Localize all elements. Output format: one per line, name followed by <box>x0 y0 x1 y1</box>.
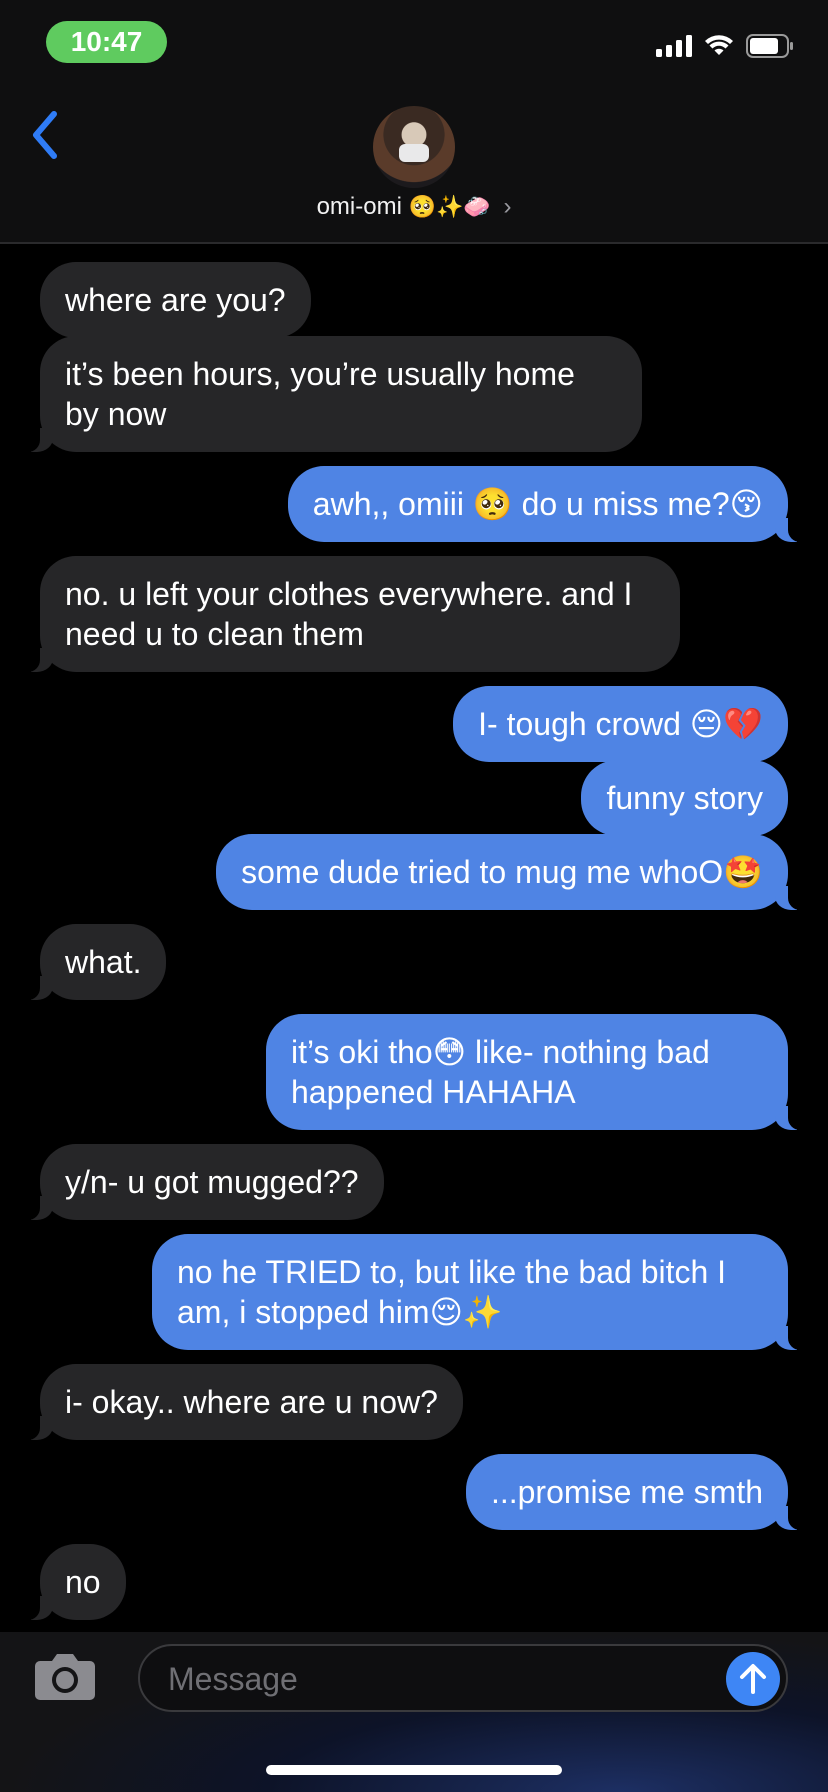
signal-icon <box>656 35 692 57</box>
send-arrow-icon <box>740 1664 766 1694</box>
wifi-icon <box>705 35 733 55</box>
message-outgoing[interactable]: it’s oki tho😳 like- nothing bad happened… <box>266 1014 810 1130</box>
message-outgoing[interactable]: ...promise me smth <box>465 1454 811 1530</box>
message-incoming[interactable]: i- okay.. where are u now? <box>18 1364 463 1440</box>
message-outgoing[interactable]: no he TRIED to, but like the bad bitch I… <box>152 1234 810 1350</box>
message-outgoing[interactable]: some dude tried to mug me whoO🤩 <box>216 834 810 910</box>
message-input-field[interactable] <box>138 1644 788 1712</box>
message-incoming[interactable]: no. u left your clothes everywhere. and … <box>18 556 680 672</box>
message-incoming[interactable]: no <box>18 1544 126 1620</box>
message-outgoing[interactable]: funny story <box>581 760 788 836</box>
message-incoming[interactable]: it’s been hours, you’re usually home by … <box>18 336 642 452</box>
battery-icon <box>746 34 793 58</box>
contact-avatar[interactable] <box>373 106 455 188</box>
message-incoming[interactable]: y/n- u got mugged?? <box>18 1144 384 1220</box>
message-outgoing[interactable]: I- tough crowd 😔💔 <box>453 686 788 762</box>
back-chevron-icon[interactable] <box>28 110 62 160</box>
message-input[interactable] <box>166 1656 690 1702</box>
message-incoming[interactable]: where are you? <box>40 262 311 338</box>
home-indicator[interactable] <box>266 1765 562 1775</box>
contact-name: omi-omi <box>316 193 402 220</box>
contact-emojis: 🥺✨🧼 <box>408 194 491 219</box>
status-time: 10:47 <box>46 21 167 63</box>
message-outgoing[interactable]: awh,, omiii 🥺 do u miss me?😚 <box>287 466 811 542</box>
contact-name-row[interactable]: omi-omi 🥺✨🧼 › <box>0 193 828 221</box>
camera-icon[interactable] <box>34 1651 96 1701</box>
chevron-right-icon: › <box>503 193 512 220</box>
status-icons <box>656 34 794 58</box>
send-button[interactable] <box>726 1652 780 1706</box>
message-incoming[interactable]: what. <box>17 924 167 1000</box>
